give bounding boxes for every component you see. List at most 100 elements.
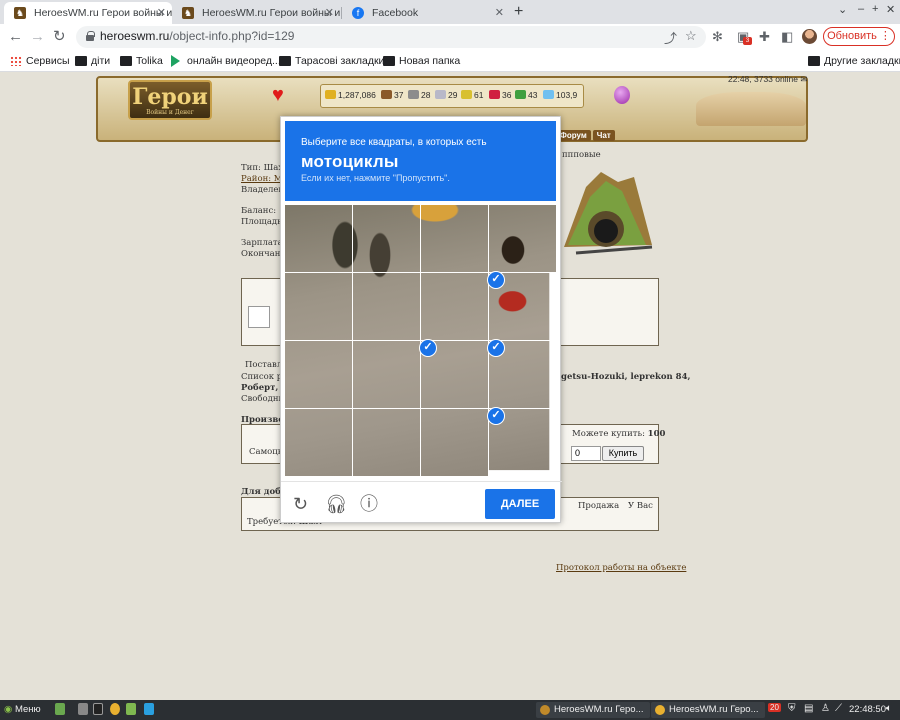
profile-avatar[interactable] — [802, 29, 817, 44]
workers-names-right: getsu-Hozuki, leprekon 84, — [561, 372, 691, 382]
settings-icon[interactable] — [78, 703, 88, 715]
update-button[interactable]: Обновить ⋮ — [823, 27, 895, 46]
bookmark-video-editor[interactable]: онлайн видеоред... — [171, 53, 281, 69]
nav-chat[interactable]: Чат — [592, 130, 615, 141]
tab-heroeswm-2[interactable]: ♞ HeroesWM.ru Герои войны и ... ✕ — [172, 2, 340, 24]
tab-heroeswm-1[interactable]: ♞ HeroesWM.ru Герои войны и ... ✕ — [4, 2, 172, 24]
bookmark-label: Тарасові закладки — [295, 55, 385, 67]
buy-button[interactable]: Купить — [602, 446, 644, 461]
network-icon[interactable]: ⟋ — [835, 703, 842, 714]
volume-icon[interactable]: 🔈︎ — [886, 703, 892, 714]
mercury-icon — [435, 90, 446, 99]
new-tab-icon[interactable]: + — [514, 2, 523, 22]
mail-icon[interactable]: ✉ — [800, 74, 807, 84]
show-desktop-icon[interactable] — [55, 703, 65, 715]
district-link[interactable]: Район: Mi — [241, 174, 285, 184]
user-icon[interactable]: ♙ — [821, 703, 830, 714]
forward-icon[interactable]: → — [30, 27, 45, 47]
captcha-tile[interactable] — [421, 205, 488, 272]
facebook-favicon-icon: f — [352, 7, 364, 19]
bookmark-taras[interactable]: Тарасові закладки — [279, 53, 384, 69]
audio-challenge-icon[interactable]: 🎧︎ — [325, 494, 348, 514]
gold-value: 1,287,086 — [338, 90, 376, 100]
tab-search-icon[interactable]: ⌄ — [838, 3, 847, 16]
sulfur-resource: 61 — [461, 90, 483, 100]
mana-orb-icon — [614, 86, 630, 104]
captcha-tile[interactable] — [353, 409, 420, 476]
can-buy-label: Можете купить: — [572, 429, 645, 439]
close-tab-icon[interactable]: ✕ — [157, 2, 166, 24]
bookmark-star-icon[interactable]: ☆ — [685, 28, 697, 44]
files-icon[interactable] — [126, 703, 136, 715]
gems-resource: 43 — [515, 90, 537, 100]
bookmark-label: онлайн видеоред... — [187, 55, 281, 67]
url-host: heroeswm.ru — [100, 29, 170, 43]
captcha-tile[interactable] — [353, 341, 420, 408]
close-window-icon[interactable]: ✕ — [886, 3, 895, 16]
extension-badge: 3 — [743, 37, 752, 45]
share-icon[interactable]: ⤴ — [664, 28, 677, 47]
shield-icon[interactable]: ⛨ — [788, 703, 796, 714]
protocol-link[interactable]: Протокол работы на объекте — [556, 563, 686, 573]
side-panel-icon[interactable]: ◧ — [781, 29, 793, 45]
reload-icon[interactable]: ↻ — [53, 27, 66, 47]
bookmark-other[interactable]: Другие закладки — [808, 53, 900, 69]
back-icon[interactable]: ← — [8, 27, 23, 47]
sulfur-value: 61 — [474, 90, 484, 100]
recaptcha-checkbox[interactable] — [248, 306, 270, 328]
captcha-tile[interactable] — [421, 409, 488, 476]
tile-image — [285, 341, 352, 408]
bookmark-new-folder[interactable]: Новая папка — [383, 53, 460, 69]
captcha-instruction: Выберите все квадраты, в которых есть — [301, 137, 487, 148]
bookmark-services[interactable]: Сервисы — [10, 53, 70, 69]
bookmark-label: Сервисы — [26, 55, 70, 67]
captcha-target: мотоциклы — [301, 152, 399, 171]
taskbar-clock: 22:48:50 — [849, 704, 886, 715]
captcha-tile[interactable] — [353, 273, 420, 340]
reload-challenge-icon[interactable]: ↻ — [293, 494, 308, 514]
bookmark-tolika[interactable]: Tolika — [120, 53, 163, 69]
captcha-tile[interactable] — [285, 205, 352, 272]
game-logo[interactable]: Герои Войны и Денег — [128, 80, 212, 120]
tile-image — [421, 409, 488, 476]
skype-icon[interactable] — [144, 703, 154, 715]
terminal-icon[interactable] — [93, 703, 103, 715]
bookmark-children[interactable]: діти — [75, 53, 110, 69]
captcha-tile[interactable] — [285, 341, 352, 408]
taskbar-window-2[interactable]: HeroesWM.ru Геро... — [651, 702, 765, 718]
extensions-puzzle-icon[interactable]: ✚ — [759, 29, 770, 45]
chrome-icon[interactable] — [110, 703, 120, 715]
sulfur-icon — [461, 90, 472, 99]
crystal-value: 36 — [502, 90, 512, 100]
captcha-footer: ↻ 🎧︎ ⓘ ДАЛЕЕ — [281, 481, 562, 523]
captcha-tile[interactable] — [489, 205, 556, 272]
object-salary: Зарплата: — [241, 238, 286, 248]
taskbar-window-1[interactable]: HeroesWM.ru Геро... — [536, 702, 650, 718]
tab-title: Facebook — [372, 7, 419, 19]
close-tab-icon[interactable]: ✕ — [495, 2, 504, 24]
gems-value: 43 — [528, 90, 538, 100]
diamond-resource: 103,9 — [543, 90, 577, 100]
mercury-resource: 29 — [435, 90, 457, 100]
extension-grey-icon[interactable]: ✻ — [712, 29, 723, 45]
tray-badge[interactable]: 20 — [768, 703, 781, 712]
start-menu[interactable]: ◉ Меню — [4, 704, 41, 715]
minimize-icon[interactable]: – — [858, 3, 864, 15]
keyboard-layout-icon[interactable]: ▤ — [804, 703, 813, 714]
captcha-tile[interactable] — [285, 409, 352, 476]
tab-facebook[interactable]: f Facebook ✕ — [342, 2, 510, 24]
captcha-tile[interactable] — [285, 273, 352, 340]
tab-title: HeroesWM.ru Герои войны и ... — [34, 7, 172, 19]
captcha-tile[interactable] — [421, 273, 488, 340]
maximize-icon[interactable]: + — [872, 3, 878, 15]
nav-forum[interactable]: Форум — [556, 130, 591, 141]
quantity-input[interactable]: 0 — [571, 446, 601, 461]
sale-header: Продажа — [578, 501, 620, 511]
close-tab-icon[interactable]: ✕ — [325, 2, 334, 24]
captcha-tile[interactable] — [353, 205, 420, 272]
gold-resource: 1,287,086 — [325, 90, 376, 100]
next-button[interactable]: ДАЛЕЕ — [485, 489, 555, 519]
info-icon[interactable]: ⓘ — [360, 494, 378, 514]
address-bar[interactable]: heroeswm.ru/object-info.php?id=129 ⤴ ☆ — [76, 26, 706, 48]
ore-icon — [408, 90, 419, 99]
